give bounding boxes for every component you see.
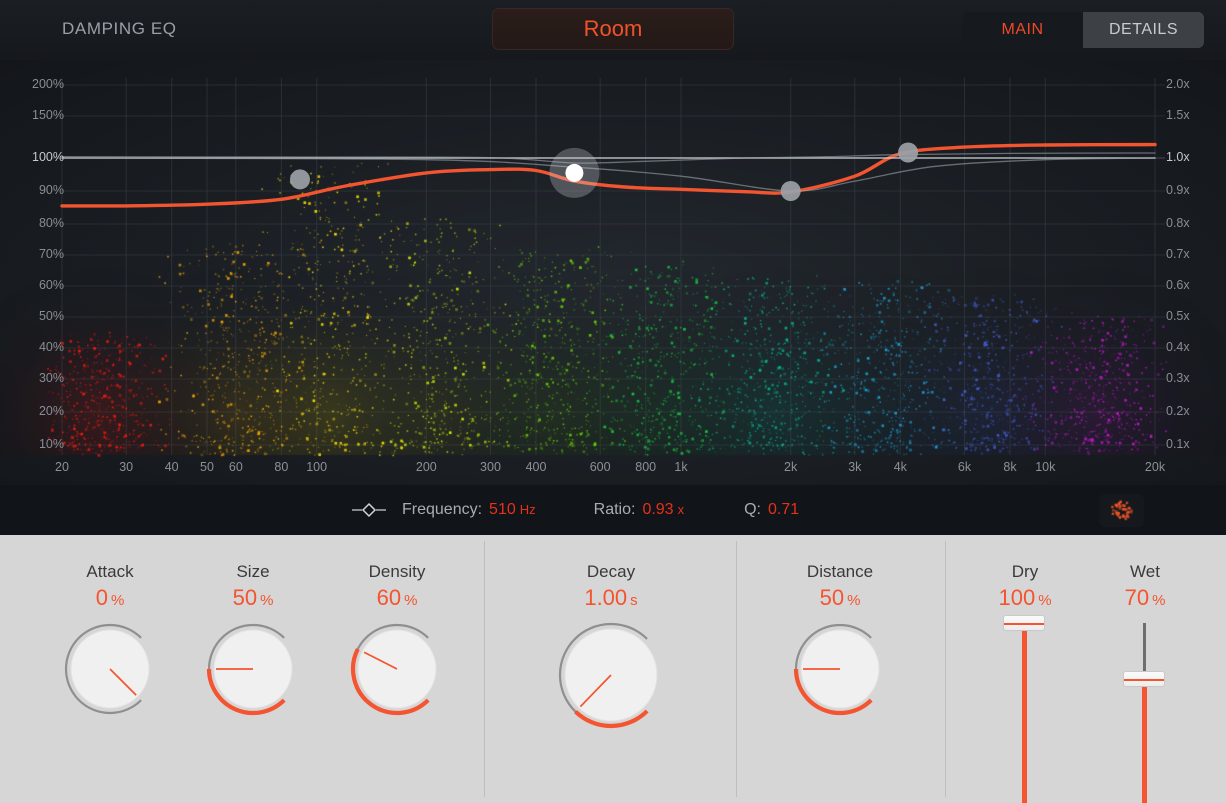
size-value: 50%	[233, 585, 274, 611]
decay-value-unit: s	[630, 592, 638, 609]
param-frequency[interactable]: Frequency: 510 Hz	[402, 501, 536, 519]
preset-button[interactable]: Room	[492, 8, 734, 50]
wet-fader-fill	[1142, 679, 1147, 803]
panel-divider	[484, 541, 485, 797]
x-axis-tick: 40	[165, 460, 179, 474]
attack-knob-dial[interactable]	[62, 621, 158, 717]
particle-cluster-icon	[1105, 498, 1138, 523]
header-bar: DAMPING EQ Room MAIN DETAILS	[0, 0, 1226, 60]
decay-value-number: 1.00	[584, 585, 627, 610]
attack-value-number: 0	[96, 585, 108, 610]
density-label: Density	[369, 562, 426, 582]
preset-label: Room	[584, 16, 643, 42]
x-axis-tick: 8k	[1003, 460, 1016, 474]
x-axis-tick: 10k	[1035, 460, 1055, 474]
eq-display[interactable]: 200% 150% 100% 90% 80% 70% 60% 50% 40% 30% 20% 10% …	[0, 60, 1226, 485]
param-ratio-unit: x	[678, 502, 685, 517]
distance-value-unit: %	[847, 592, 860, 609]
distance-value-number: 50	[820, 585, 844, 610]
dry-fader-handle[interactable]	[1003, 615, 1045, 631]
dry-fader-fill	[1022, 623, 1027, 803]
param-q-label: Q:	[744, 501, 761, 519]
attack-value-unit: %	[111, 592, 124, 609]
panel-divider	[945, 541, 946, 797]
distance-knob-dial[interactable]	[792, 621, 888, 717]
particle-view-toggle-button[interactable]	[1099, 494, 1144, 527]
param-frequency-unit: Hz	[520, 502, 536, 517]
x-axis-tick: 200	[416, 460, 437, 474]
density-value-number: 60	[377, 585, 401, 610]
parameter-readout-bar: Frequency: 510 Hz Ratio: 0.93 x Q: 0.71	[0, 485, 1226, 535]
distance-value: 50%	[820, 585, 861, 611]
x-axis-tick: 6k	[958, 460, 971, 474]
wet-label: Wet	[1130, 562, 1160, 582]
x-axis-tick: 100	[306, 460, 327, 474]
x-axis-tick: 1k	[674, 460, 687, 474]
distance-knob[interactable]	[792, 621, 888, 722]
x-axis-tick: 2k	[784, 460, 797, 474]
x-axis-tick: 800	[635, 460, 656, 474]
param-ratio-label: Ratio:	[594, 501, 636, 519]
tab-details[interactable]: DETAILS	[1083, 12, 1204, 48]
tab-main[interactable]: MAIN	[962, 12, 1083, 48]
eq-node-icon	[352, 501, 386, 519]
dry-label: Dry	[1012, 562, 1038, 582]
size-value-number: 50	[233, 585, 257, 610]
density-value-unit: %	[404, 592, 417, 609]
attack-label: Attack	[86, 562, 133, 582]
dry-value: 100%	[998, 585, 1051, 611]
density-knob-dial[interactable]	[349, 621, 445, 717]
size-knob[interactable]	[205, 621, 301, 722]
x-axis-tick: 30	[119, 460, 133, 474]
param-q-value: 0.71	[768, 501, 799, 519]
size-knob-dial[interactable]	[205, 621, 301, 717]
dry-value-unit: %	[1038, 592, 1051, 609]
param-q[interactable]: Q: 0.71	[744, 501, 799, 519]
x-axis-tick: 3k	[848, 460, 861, 474]
x-axis-tick: 80	[274, 460, 288, 474]
wet-value: 70%	[1125, 585, 1166, 611]
decay-value: 1.00 s	[584, 585, 637, 611]
x-axis-tick: 400	[526, 460, 547, 474]
panel-divider	[736, 541, 737, 797]
wet-value-unit: %	[1152, 592, 1165, 609]
x-axis-tick: 20k	[1145, 460, 1165, 474]
x-axis-tick: 300	[480, 460, 501, 474]
control-panel: Attack 0% Predelay 8ms Size 50% Density	[0, 535, 1226, 803]
decay-knob[interactable]	[556, 620, 666, 735]
page-title: DAMPING EQ	[62, 19, 177, 39]
plugin-window: DAMPING EQ Room MAIN DETAILS 200% 150% 100…	[0, 0, 1226, 803]
x-axis-tick: 60	[229, 460, 243, 474]
decay-knob-dial[interactable]	[556, 620, 666, 730]
size-label: Size	[236, 562, 269, 582]
parameter-group: Frequency: 510 Hz Ratio: 0.93 x Q: 0.71	[352, 485, 799, 535]
view-tab-group: MAIN DETAILS	[962, 12, 1204, 48]
wet-value-number: 70	[1125, 585, 1149, 610]
param-frequency-value: 510	[489, 501, 516, 519]
density-knob[interactable]	[349, 621, 445, 722]
attack-value: 0%	[96, 585, 125, 611]
size-value-unit: %	[260, 592, 273, 609]
decay-label: Decay	[587, 562, 635, 582]
eq-curve-layer[interactable]	[0, 60, 1226, 485]
density-value: 60%	[377, 585, 418, 611]
attack-knob[interactable]	[62, 621, 158, 722]
param-ratio[interactable]: Ratio: 0.93 x	[594, 501, 684, 519]
dry-value-number: 100	[998, 585, 1035, 610]
distance-label: Distance	[807, 562, 873, 582]
x-axis-tick: 4k	[894, 460, 907, 474]
x-axis-tick: 600	[590, 460, 611, 474]
wet-fader-handle[interactable]	[1123, 671, 1165, 687]
x-axis-tick: 20	[55, 460, 69, 474]
param-ratio-value: 0.93	[642, 501, 673, 519]
x-axis-tick: 50	[200, 460, 214, 474]
param-frequency-label: Frequency:	[402, 501, 482, 519]
